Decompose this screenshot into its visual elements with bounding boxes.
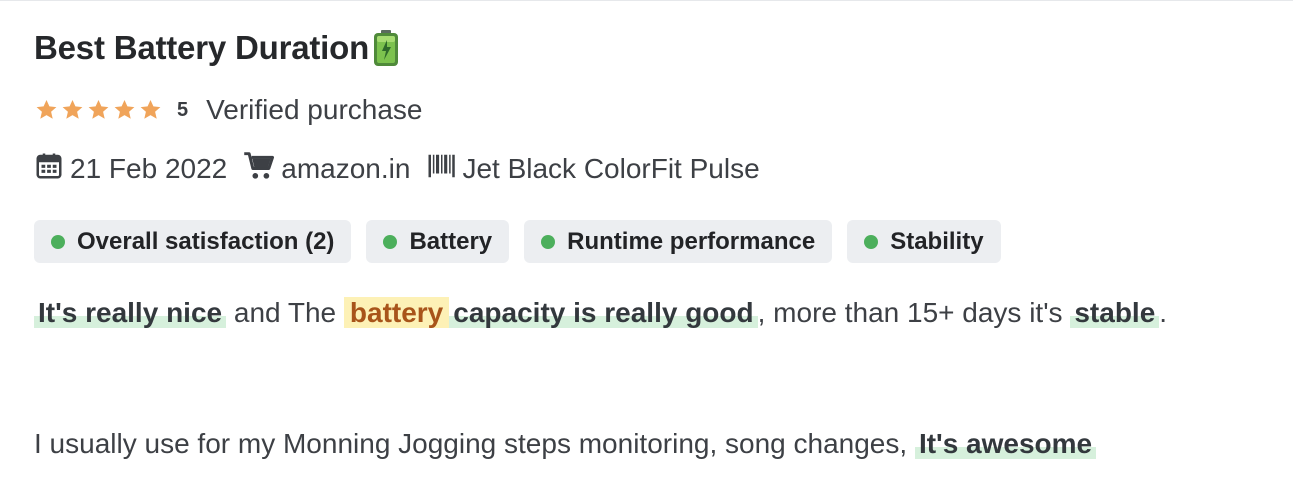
star-icon: [112, 98, 137, 122]
review-date: 21 Feb 2022: [70, 153, 228, 184]
sentiment-dot: [383, 234, 398, 249]
cart-icon: [243, 151, 275, 188]
product-variant: Jet Black ColorFit Pulse: [462, 153, 760, 184]
aspect-tag-label: Overall satisfaction (2): [77, 227, 335, 255]
aspect-tag-runtime-performance[interactable]: Runtime performance: [524, 220, 833, 263]
sentiment-dot: [51, 234, 65, 249]
review-title: Best Battery Duration: [34, 29, 370, 66]
review-text: , more than 15+ days it's: [757, 297, 1071, 328]
top-divider: [0, 0, 1293, 1]
sentiment-dot: [864, 234, 879, 249]
review-text: .: [1159, 297, 1168, 328]
star-icon: [34, 98, 59, 122]
highlighted-phrase: It's awesome: [914, 428, 1097, 459]
aspect-tag-stability[interactable]: Stability: [847, 220, 1001, 263]
aspect-tag-label: Stability: [890, 227, 984, 255]
highlighted-keyword: battery: [343, 297, 450, 328]
review-store: amazon.in: [281, 153, 411, 184]
barcode-icon: [426, 151, 456, 188]
review-title-row: Best Battery Duration: [34, 26, 399, 70]
star-icon: [86, 98, 111, 122]
sentiment-dot: [541, 234, 556, 249]
calendar-icon: [34, 151, 64, 188]
aspect-tag-battery[interactable]: Battery: [366, 220, 510, 263]
star-icon: [60, 98, 85, 122]
highlighted-phrase: It's really nice: [34, 297, 227, 328]
highlighted-phrase: stable: [1070, 297, 1160, 328]
review-body-line-1: It's really nice and The battery capacity…: [34, 297, 1167, 329]
rating-row: 5 Verified purchase: [34, 92, 422, 128]
aspect-tags: Overall satisfaction (2) Battery Runtime…: [34, 220, 1001, 263]
review-text: I usually use for my Monning Jogging ste…: [34, 428, 915, 459]
rating-value: 5: [177, 98, 189, 121]
review-text: and The: [226, 297, 344, 328]
review-meta-row: 21 Feb 2022 amazon.in Jet Black ColorFit…: [34, 150, 760, 188]
aspect-tag-overall-satisfaction[interactable]: Overall satisfaction (2): [34, 220, 352, 263]
star-rating: [34, 98, 163, 122]
aspect-tag-label: Battery: [409, 227, 493, 255]
highlighted-phrase: capacity is really good: [449, 297, 758, 328]
battery-icon: [373, 30, 399, 66]
review-body-line-2: I usually use for my Monning Jogging ste…: [34, 428, 1097, 460]
aspect-tag-label: Runtime performance: [567, 227, 816, 255]
star-icon: [138, 98, 163, 122]
verified-purchase-label: Verified purchase: [206, 94, 423, 125]
